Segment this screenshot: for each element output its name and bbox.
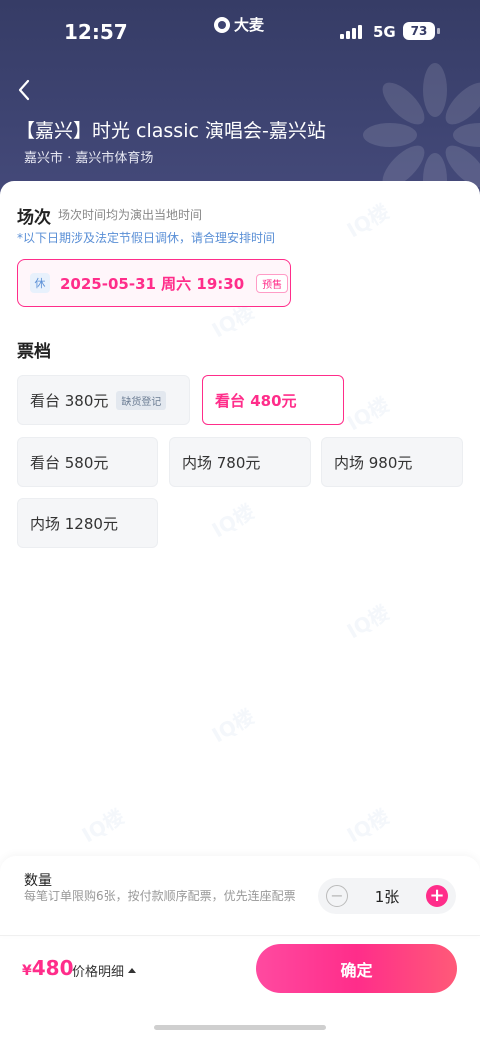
status-time: 12:57 [64, 20, 128, 44]
session-datetime: 2025-05-31 周六 19:30 [60, 274, 245, 293]
ticket-option[interactable]: 内场 1280元 [17, 498, 158, 548]
flower-decoration-icon [363, 63, 480, 200]
plus-button[interactable]: + [425, 885, 448, 907]
header: 12:57 大麦 5G 73 【嘉兴】时光 classic 演唱会-嘉兴站 嘉兴… [0, 0, 480, 200]
network-type: 5G [373, 23, 396, 41]
confirm-button[interactable]: 确定 [256, 944, 457, 993]
brand-name: 大麦 [234, 16, 265, 34]
presale-badge: 预售 [256, 273, 289, 293]
event-title: 【嘉兴】时光 classic 演唱会-嘉兴站 [16, 120, 326, 142]
rest-day-tag: 休 [30, 273, 50, 293]
price-value: 480 [31, 956, 74, 980]
divider [0, 935, 480, 936]
session-note: 场次时间均为演出当地时间 [58, 208, 203, 222]
quantity-stepper: − 1张 + [318, 878, 456, 914]
chevron-left-icon [18, 79, 30, 101]
damai-logo-icon [214, 16, 230, 33]
ticket-section-title: 票档 [17, 342, 51, 362]
venue-text: 嘉兴市 · 嘉兴市体育场 [24, 151, 154, 166]
total-price: ¥ 480 [22, 956, 74, 980]
quantity-value: 1张 [374, 887, 400, 906]
session-section-title: 场次 [17, 208, 51, 228]
minus-button[interactable]: − [326, 885, 348, 907]
ticket-label: 看台 380元 [30, 391, 109, 410]
waitlist-tag: 缺货登记 [116, 390, 167, 410]
brand-logo: 大麦 [214, 14, 264, 35]
battery-icon: 73 [403, 22, 435, 40]
caret-up-icon [128, 968, 137, 973]
home-indicator[interactable] [154, 1025, 326, 1030]
price-detail-toggle[interactable]: 价格明细 [72, 961, 137, 980]
quantity-description: 每笔订单限购6张，按付款顺序配票，优先连座配票 [24, 889, 296, 903]
battery-tip [437, 28, 440, 34]
ticket-option[interactable]: 看台 380元 缺货登记 [17, 375, 190, 425]
price-detail-label: 价格明细 [72, 965, 125, 980]
ticket-label: 看台 580元 [30, 453, 109, 472]
ticket-label: 内场 980元 [334, 453, 413, 472]
holiday-warning: *以下日期涉及法定节假日调休，请合理安排时间 [17, 231, 276, 245]
ticket-option[interactable]: 内场 980元 [321, 437, 463, 487]
ticket-label: 看台 480元 [215, 391, 297, 410]
ticket-option-selected[interactable]: 看台 480元 [202, 375, 344, 425]
back-button[interactable] [10, 76, 38, 104]
ticket-option[interactable]: 内场 780元 [169, 437, 311, 487]
status-bar: 12:57 大麦 5G 73 [0, 0, 480, 64]
ticket-option[interactable]: 看台 580元 [17, 437, 158, 487]
ticket-label: 内场 780元 [182, 453, 261, 472]
ticket-label: 内场 1280元 [30, 514, 118, 533]
session-option-selected[interactable]: 休 2025-05-31 周六 19:30 预售 [17, 259, 291, 307]
currency-symbol: ¥ [22, 963, 32, 979]
signal-icon [340, 25, 362, 39]
